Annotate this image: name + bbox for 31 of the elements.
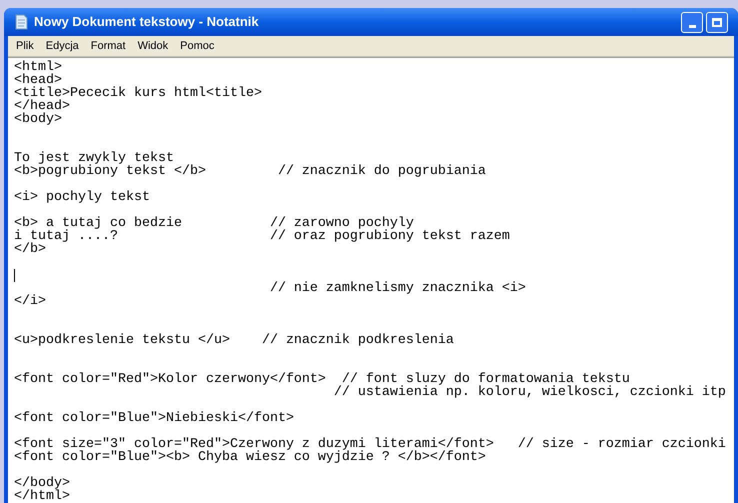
code-line: <body> — [14, 113, 62, 126]
code-line: <i> pochyly tekst — [14, 191, 150, 204]
menu-item[interactable]: Edycja — [40, 36, 85, 56]
maximize-button[interactable] — [706, 12, 728, 32]
menu-item[interactable]: Widok — [132, 36, 174, 56]
code-line: <font size="3" color="Red">Czerwony z duzymi literami</font> // size - rozmiar czcionki — [14, 438, 726, 451]
code-line: <head> — [14, 74, 62, 87]
code-line: i tutaj ....? // oraz pogrubiony tekst razem — [14, 230, 510, 243]
code-line: To jest zwykly tekst — [14, 152, 174, 165]
code-line: <title>Pececik kurs html<title> — [14, 87, 262, 100]
notepad-icon — [14, 14, 28, 30]
code-line: </head> — [14, 100, 70, 113]
code-line: <html> — [14, 61, 62, 74]
code-line: <font color="Blue"><b> Chyba wiesz co wyjdzie ? </b></font> — [14, 451, 486, 464]
code-line: </b> — [14, 243, 46, 256]
code-line: <b> a tutaj co bedzie // zarowno pochyly — [14, 217, 414, 230]
menu-item[interactable]: Format — [84, 36, 132, 56]
code-line: <font color="Blue">Niebieski</font> — [14, 412, 294, 425]
menu-item[interactable]: Plik — [10, 36, 40, 56]
text-cursor — [14, 269, 15, 282]
menu-item[interactable]: Pomoc — [174, 36, 220, 56]
window-title: Nowy Dokument tekstowy - Notatnik — [34, 13, 260, 32]
code-line: </html> — [14, 490, 70, 503]
minimize-button[interactable] — [681, 12, 703, 32]
code-line: </body> — [14, 477, 70, 490]
code-line: // ustawienia np. koloru, wielkosci, czcionki itp — [332, 386, 726, 399]
code-line: <font color="Red">Kolor czerwony</font> // font sluzy do formatowania tekstu — [14, 373, 630, 386]
code-line: <u>podkreslenie tekstu </u> // znacznik podkreslenia — [14, 334, 454, 347]
code-line: </i> — [14, 295, 46, 308]
code-line: // nie zamknelismy znacznika <i> — [268, 282, 526, 295]
code-line: <b>pogrubiony tekst </b> // znacznik do pogrubiania — [14, 165, 486, 178]
